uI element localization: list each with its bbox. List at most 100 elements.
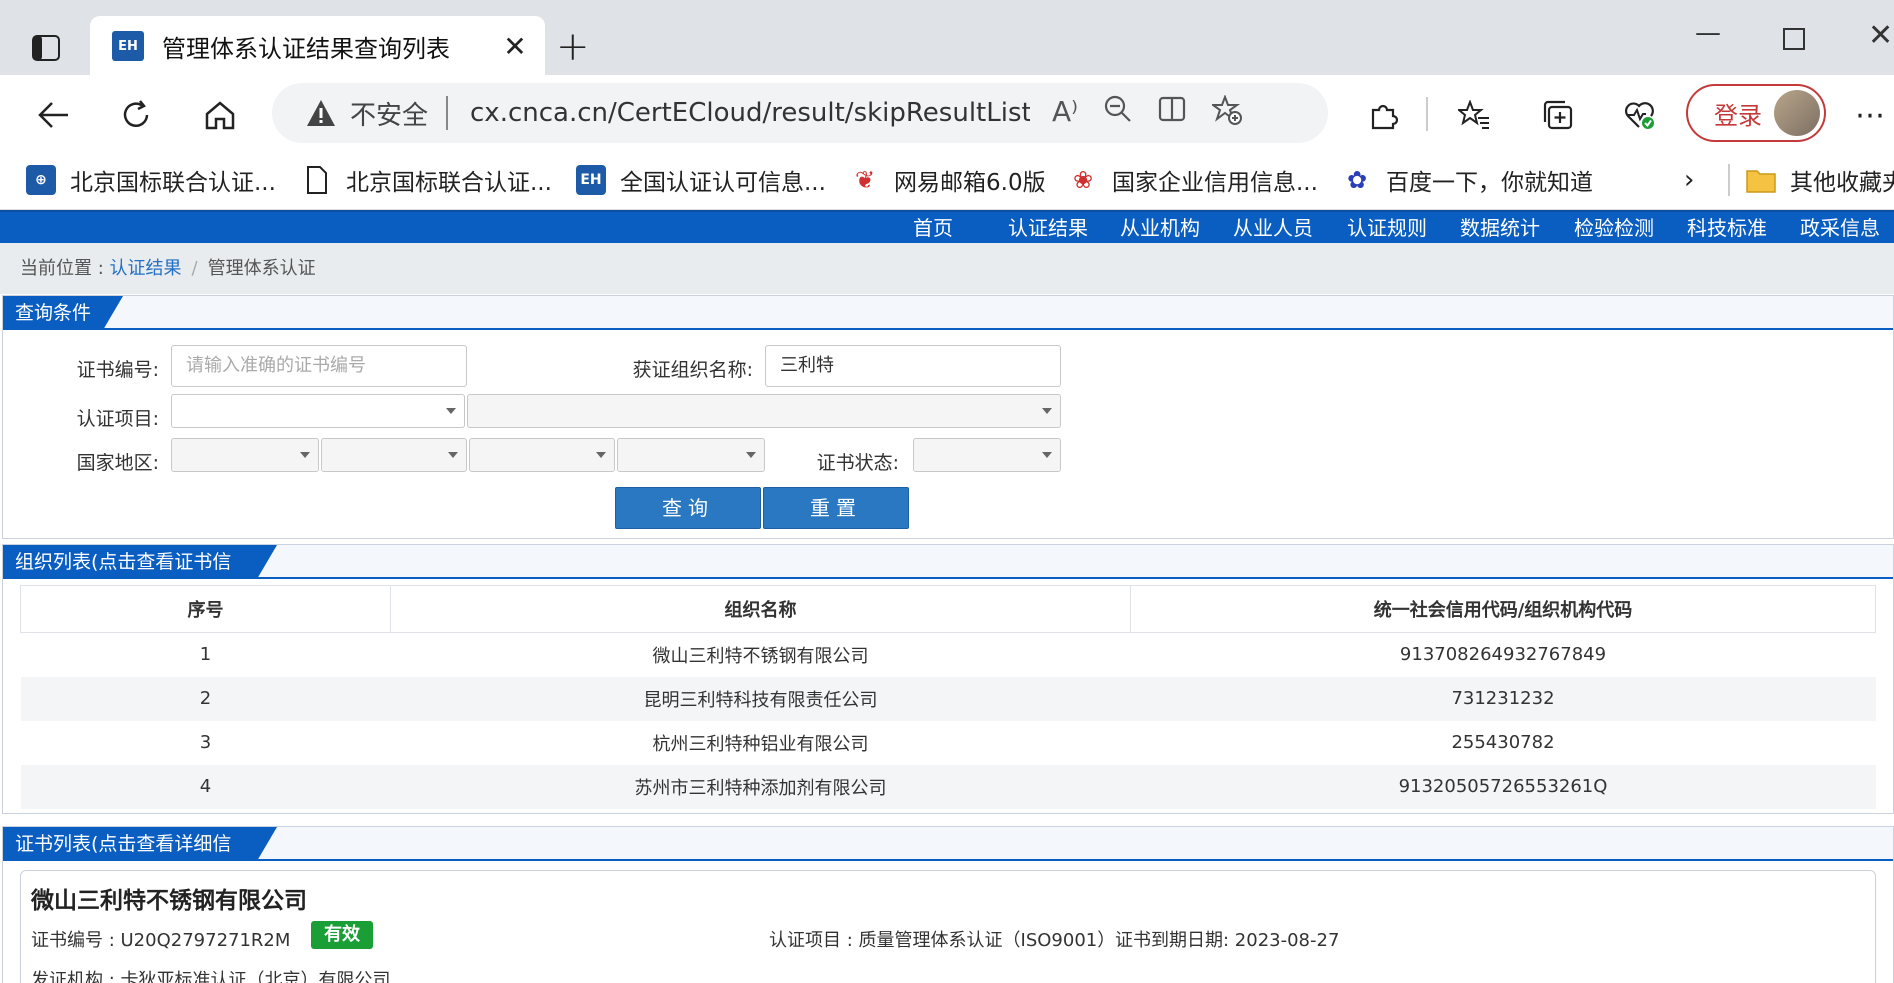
warning-triangle-icon[interactable] (306, 99, 336, 127)
bookmark-item[interactable]: ❀ 国家企业信用信息... (1068, 163, 1318, 197)
table-row[interactable]: 3 杭州三利特种铝业有限公司 255430782 (21, 721, 1876, 765)
cert-logo-icon: ⊕ (26, 164, 56, 195)
row-org-name[interactable]: 昆明三利特科技有限责任公司 (390, 676, 1131, 721)
insecure-label: 不安全 (350, 100, 429, 131)
new-tab-icon[interactable]: + (556, 24, 590, 70)
chevron-down-icon (746, 452, 756, 458)
collections-icon[interactable] (1536, 93, 1580, 137)
col-org-name-header: 组织名称 (390, 585, 1131, 633)
row-index: 2 (20, 676, 391, 721)
refresh-icon[interactable] (114, 93, 158, 137)
row-credit-code: 913708264932767849 (1399, 644, 1607, 666)
back-arrow-icon[interactable] (32, 93, 76, 137)
org-name-input[interactable]: 三利特 (765, 345, 1061, 387)
breadcrumb-current: 管理体系认证 (207, 258, 316, 279)
nav-inspection[interactable]: 检验检测 (1574, 212, 1654, 245)
favorites-icon[interactable] (1452, 93, 1496, 137)
cnca-favicon-icon: EH (112, 31, 144, 61)
address-bar[interactable]: 不安全 cx.cnca.cn/CertECloud/result/skipRes… (272, 83, 1328, 143)
bookmark-label: 网易邮箱6.0版 (894, 169, 1046, 196)
bookmark-separator (1728, 164, 1730, 196)
login-button[interactable]: 登录 (1686, 84, 1826, 142)
cert-subproject-select[interactable] (467, 394, 1061, 428)
url-text[interactable]: cx.cnca.cn/CertECloud/result/skipResultL… (470, 98, 1030, 128)
bookmark-label: 北京国标联合认证... (346, 169, 552, 196)
browser-tab-active[interactable]: EH 管理体系认证结果查询列表 ✕ (90, 16, 545, 76)
table-row[interactable]: 4 苏州市三利特种添加剂有限公司 91320505726553261Q (20, 764, 1876, 809)
row-org-name[interactable]: 杭州三利特种铝业有限公司 (391, 721, 1131, 765)
reset-button[interactable]: 重置 (763, 487, 909, 529)
nav-agencies[interactable]: 从业机构 (1120, 212, 1200, 245)
bookmark-item[interactable]: 北京国标联合认证... (302, 163, 552, 197)
folder-icon (1746, 165, 1776, 195)
chevron-down-icon (300, 452, 310, 458)
extensions-icon[interactable] (1362, 93, 1406, 137)
status-badge: 有效 (311, 921, 373, 949)
address-tools: A⁾ (1052, 93, 1243, 132)
region-select-2[interactable] (321, 438, 467, 472)
bookmark-label: 北京国标联合认证... (70, 169, 276, 196)
cert-org-name[interactable]: 微山三利特不锈钢有限公司 (31, 881, 307, 915)
cert-no-input[interactable]: 请输入准确的证书编号 (171, 345, 467, 387)
row-index: 3 (199, 732, 212, 753)
huawei-icon: ❀ (1072, 165, 1094, 194)
chevron-down-icon (446, 408, 456, 414)
search-button[interactable]: 查询 (615, 487, 761, 529)
bookmark-label: 全国认证认可信息... (620, 169, 826, 196)
login-label: 登录 (1714, 101, 1762, 130)
breadcrumb-link-results[interactable]: 认证结果 (110, 258, 182, 279)
tab-actions-icon[interactable] (28, 30, 64, 66)
row-index: 4 (20, 764, 391, 809)
tab-title: 管理体系认证结果查询列表 (162, 34, 450, 63)
region-label: 国家地区: (76, 452, 159, 474)
region-select-3[interactable] (469, 438, 615, 472)
cert-status-label: 证书状态: (816, 452, 899, 474)
nav-cert-results[interactable]: 认证结果 (1008, 212, 1088, 245)
cert-expiry: 证书到期日期: 2023-08-27 (1115, 930, 1340, 951)
page-icon (302, 165, 332, 195)
bookmarks-overflow-chevron-icon[interactable]: › (1684, 165, 1694, 195)
chevron-down-icon (596, 452, 606, 458)
region-select-4[interactable] (617, 438, 765, 472)
col-credit-code-header: 统一社会信用代码/组织机构代码 (1130, 585, 1876, 633)
add-favorite-icon[interactable] (1209, 93, 1243, 132)
table-header-row: 序号 组织名称 统一社会信用代码/组织机构代码 (20, 585, 1876, 633)
org-list-title: 组织列表(点击查看证书信息) (3, 545, 277, 607)
cert-project-label: 认证项目: (76, 408, 159, 430)
cert-status-select[interactable] (913, 438, 1061, 472)
nav-practitioners[interactable]: 从业人员 (1233, 212, 1313, 245)
toolbar-separator (1426, 97, 1428, 131)
health-heart-icon[interactable] (1618, 93, 1662, 137)
home-icon[interactable] (198, 93, 242, 137)
chevron-down-icon (1042, 408, 1052, 414)
table-row[interactable]: 1 微山三利特不锈钢有限公司 913708264932767849 (21, 633, 1876, 677)
more-options-icon[interactable]: ⋯ (1848, 93, 1892, 137)
baidu-icon: ✿ (1346, 165, 1368, 194)
nav-home[interactable]: 首页 (913, 212, 953, 245)
window-close-icon[interactable]: ✕ (1868, 18, 1893, 53)
bookmark-folder[interactable]: 其他收藏夹 (1746, 163, 1894, 197)
table-row[interactable]: 2 昆明三利特科技有限责任公司 731231232 (20, 676, 1876, 721)
region-select-1[interactable] (171, 438, 319, 472)
zoom-out-icon[interactable] (1104, 95, 1132, 132)
query-panel-header: 查询条件 (3, 296, 1893, 330)
nav-procurement[interactable]: 政采信息 (1800, 212, 1880, 245)
window-minimize-icon[interactable]: — (1695, 18, 1721, 48)
row-org-name[interactable]: 苏州市三利特种添加剂有限公司 (390, 764, 1131, 809)
nav-cert-rules[interactable]: 认证规则 (1347, 212, 1427, 245)
window-maximize-icon[interactable] (1783, 28, 1805, 50)
cert-project: 认证项目 : 质量管理体系认证（ISO9001） (769, 930, 1116, 951)
row-org-name[interactable]: 微山三利特不锈钢有限公司 (391, 633, 1131, 677)
bookmark-item[interactable]: ⊕ 北京国标联合认证... (26, 163, 276, 197)
bookmark-item[interactable]: EH 全国认证认可信息... (576, 163, 826, 197)
tab-close-icon[interactable]: ✕ (495, 30, 535, 63)
read-aloud-icon[interactable]: A⁾ (1052, 95, 1078, 132)
cert-card[interactable]: 微山三利特不锈钢有限公司 证书编号 : U20Q2797271R2M 有效 认证… (20, 870, 1876, 983)
cert-project-select[interactable] (171, 394, 465, 428)
bookmark-item[interactable]: ✿ 百度一下，你就知道 (1342, 163, 1593, 197)
bookmark-label: 百度一下，你就知道 (1386, 169, 1593, 196)
split-screen-icon[interactable] (1158, 95, 1186, 132)
bookmark-item[interactable]: ❦ 网易邮箱6.0版 (850, 163, 1046, 197)
nav-statistics[interactable]: 数据统计 (1460, 212, 1540, 245)
nav-tech-standards[interactable]: 科技标准 (1687, 212, 1767, 245)
